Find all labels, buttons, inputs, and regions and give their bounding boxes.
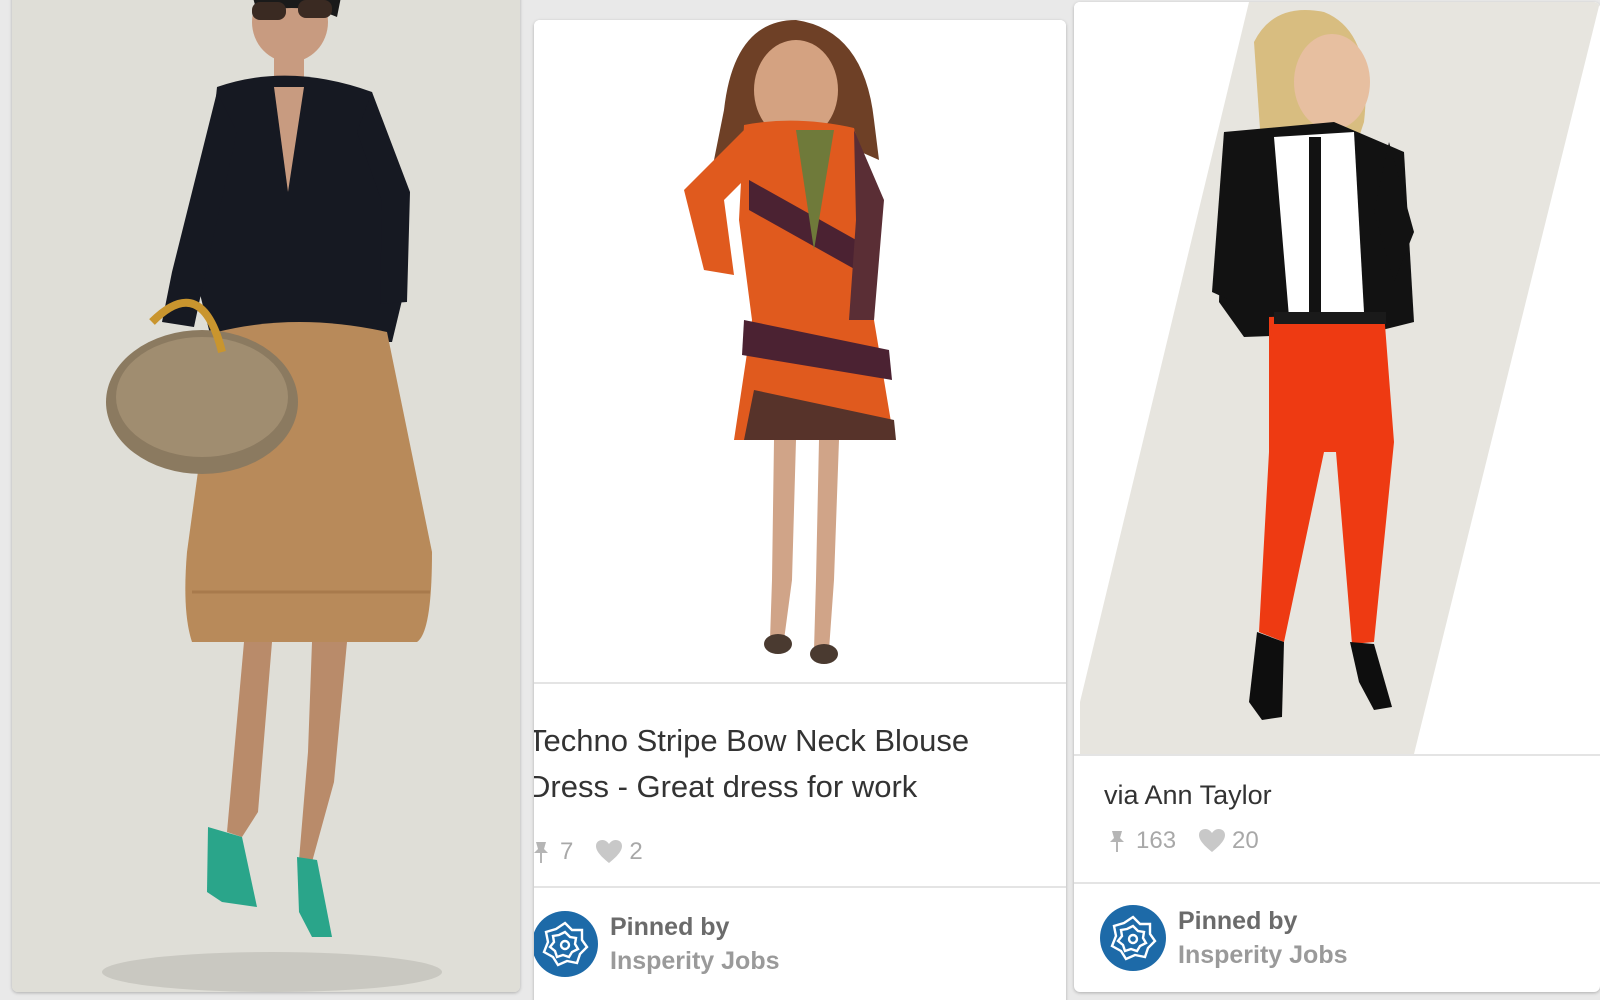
pin-stats: 163 20 bbox=[1104, 827, 1259, 855]
pin-description-line: Techno Stripe Bow Neck Blouse bbox=[534, 723, 970, 758]
avatar[interactable] bbox=[534, 911, 598, 977]
pin-image-illustration bbox=[12, 0, 520, 992]
pin-image[interactable] bbox=[12, 0, 520, 992]
pinner-name[interactable]: Insperity Jobs bbox=[610, 944, 780, 978]
repin-count[interactable]: 163 bbox=[1104, 827, 1176, 855]
pin-card[interactable]: via Ann Taylor 163 20 Pinned by Insperit… bbox=[1074, 2, 1600, 992]
pin-description-line: Dress - Great dress for work bbox=[534, 769, 918, 804]
pin-grid: Techno Stripe Bow Neck Blouse Dress - Gr… bbox=[0, 0, 1600, 1000]
insperity-logo-icon bbox=[542, 921, 589, 967]
like-count-value: 2 bbox=[629, 838, 643, 865]
pin-image-illustration bbox=[1074, 2, 1600, 754]
repin-count-value: 163 bbox=[1136, 827, 1177, 854]
heart-icon bbox=[1199, 829, 1226, 852]
pin-description: Techno Stripe Bow Neck Blouse Dress - Gr… bbox=[534, 718, 1048, 810]
pinned-by-text: Pinned by Insperity Jobs bbox=[610, 910, 780, 978]
heart-icon bbox=[596, 840, 623, 863]
pin-card[interactable] bbox=[12, 0, 520, 992]
pin-image[interactable] bbox=[1074, 2, 1600, 754]
repin-count[interactable]: 7 bbox=[534, 838, 573, 866]
pushpin-icon bbox=[534, 842, 548, 863]
pin-stats: 7 2 bbox=[534, 838, 643, 866]
pushpin-icon bbox=[1110, 831, 1124, 852]
pinned-by-label: Pinned by bbox=[610, 913, 730, 941]
like-count-value: 20 bbox=[1232, 827, 1259, 854]
pin-image-illustration bbox=[534, 20, 1066, 680]
repin-count-value: 7 bbox=[560, 838, 574, 865]
like-count[interactable]: 2 bbox=[595, 838, 643, 866]
avatar[interactable] bbox=[1100, 905, 1166, 971]
like-count[interactable]: 20 bbox=[1198, 827, 1259, 855]
pinned-by-text: Pinned by Insperity Jobs bbox=[1178, 904, 1348, 972]
divider bbox=[534, 886, 1066, 888]
pinned-by[interactable]: Pinned by Insperity Jobs bbox=[1100, 904, 1348, 972]
divider bbox=[1074, 882, 1600, 884]
pinned-by[interactable]: Pinned by Insperity Jobs bbox=[534, 910, 780, 978]
pin-description: via Ann Taylor bbox=[1104, 780, 1272, 810]
pin-image[interactable] bbox=[534, 20, 1066, 680]
divider bbox=[1074, 754, 1600, 756]
pinned-by-label: Pinned by bbox=[1178, 907, 1298, 935]
insperity-logo-icon bbox=[1110, 915, 1157, 961]
pin-card[interactable]: Techno Stripe Bow Neck Blouse Dress - Gr… bbox=[534, 20, 1066, 1000]
divider bbox=[534, 682, 1066, 684]
pinner-name[interactable]: Insperity Jobs bbox=[1178, 938, 1348, 972]
